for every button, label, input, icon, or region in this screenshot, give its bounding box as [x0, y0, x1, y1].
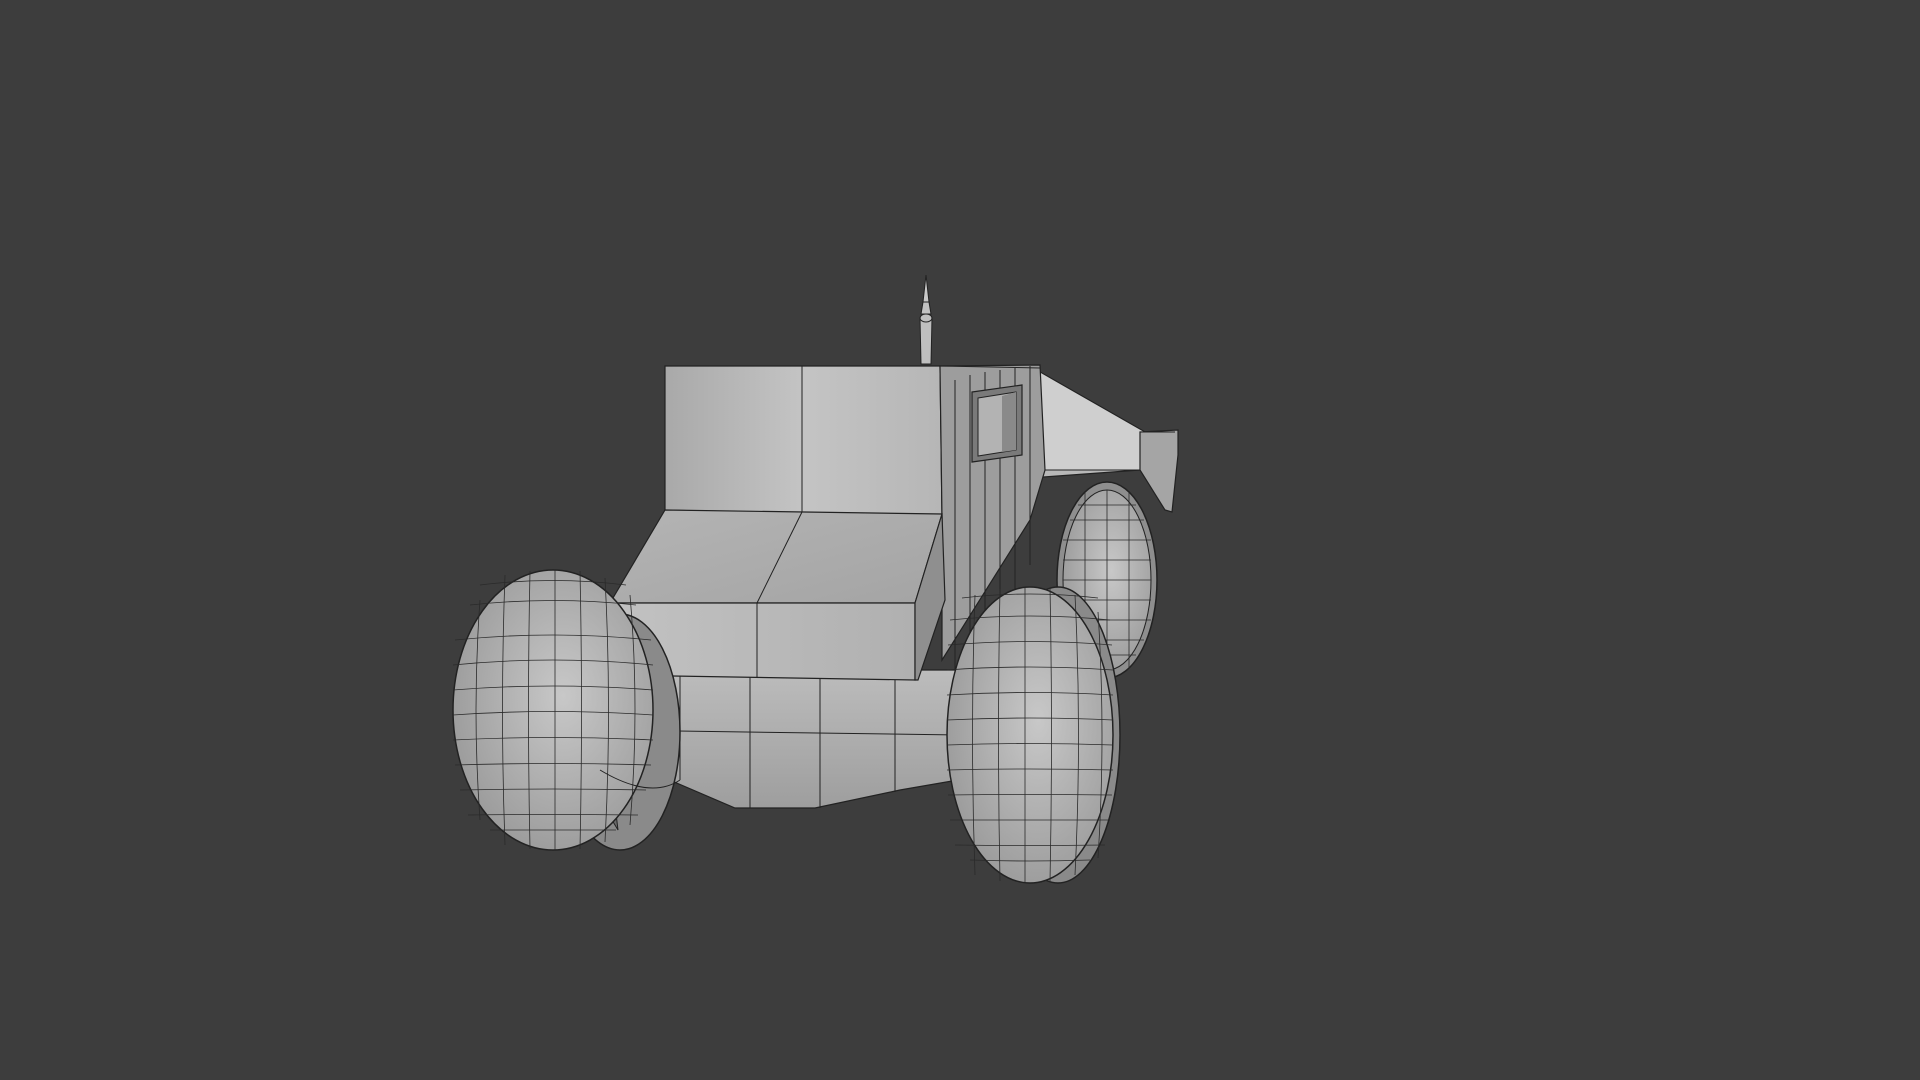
viewport-canvas[interactable]: [0, 0, 1920, 1080]
antenna[interactable]: [919, 274, 933, 365]
3d-viewport[interactable]: [0, 0, 1920, 1080]
wheel-front-right[interactable]: [946, 586, 1121, 884]
